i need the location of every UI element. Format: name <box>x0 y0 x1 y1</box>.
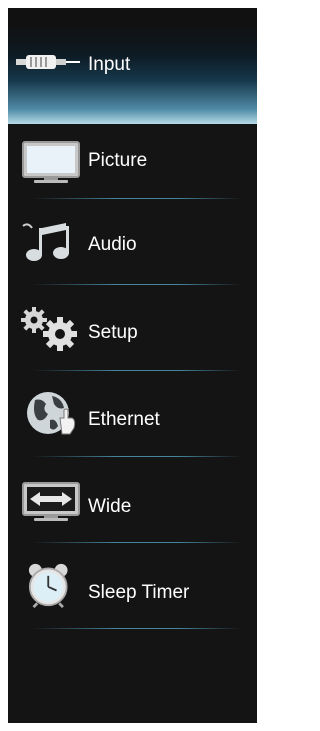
menu-item-label: Wide <box>88 496 132 517</box>
menu-item-label: Ethernet <box>88 409 160 430</box>
music-note-icon <box>22 223 69 261</box>
menu-item-label: Sleep Timer <box>88 582 190 603</box>
alarm-clock-icon <box>28 563 68 608</box>
monitor-icon <box>22 141 80 183</box>
menu-item-label: Picture <box>88 150 148 171</box>
menu-divider <box>32 628 242 629</box>
menu-divider <box>32 198 242 199</box>
menu-item-label: Input <box>88 54 131 75</box>
menu-item-ethernet[interactable]: Ethernet <box>8 378 257 464</box>
menu-item-setup[interactable]: Setup <box>8 292 257 378</box>
cable-plug-icon <box>16 55 80 69</box>
menu-item-sleep-timer[interactable]: Sleep Timer <box>8 550 257 636</box>
menu-divider <box>32 456 242 457</box>
menu-top-strip <box>8 8 257 26</box>
menu-item-label: Audio <box>88 234 137 255</box>
menu-divider <box>32 370 242 371</box>
osd-menu-panel: Input Picture Audio Setup Ethernet Wide … <box>8 8 257 723</box>
menu-divider <box>32 542 242 543</box>
widescreen-icon <box>22 482 80 521</box>
globe-hand-icon <box>27 392 76 435</box>
menu-item-label: Setup <box>88 322 138 343</box>
menu-item-input[interactable]: Input <box>8 26 257 124</box>
menu-item-audio[interactable]: Audio <box>8 206 257 292</box>
menu-item-wide[interactable]: Wide <box>8 464 257 550</box>
gears-icon <box>21 307 77 351</box>
menu-divider <box>32 284 242 285</box>
